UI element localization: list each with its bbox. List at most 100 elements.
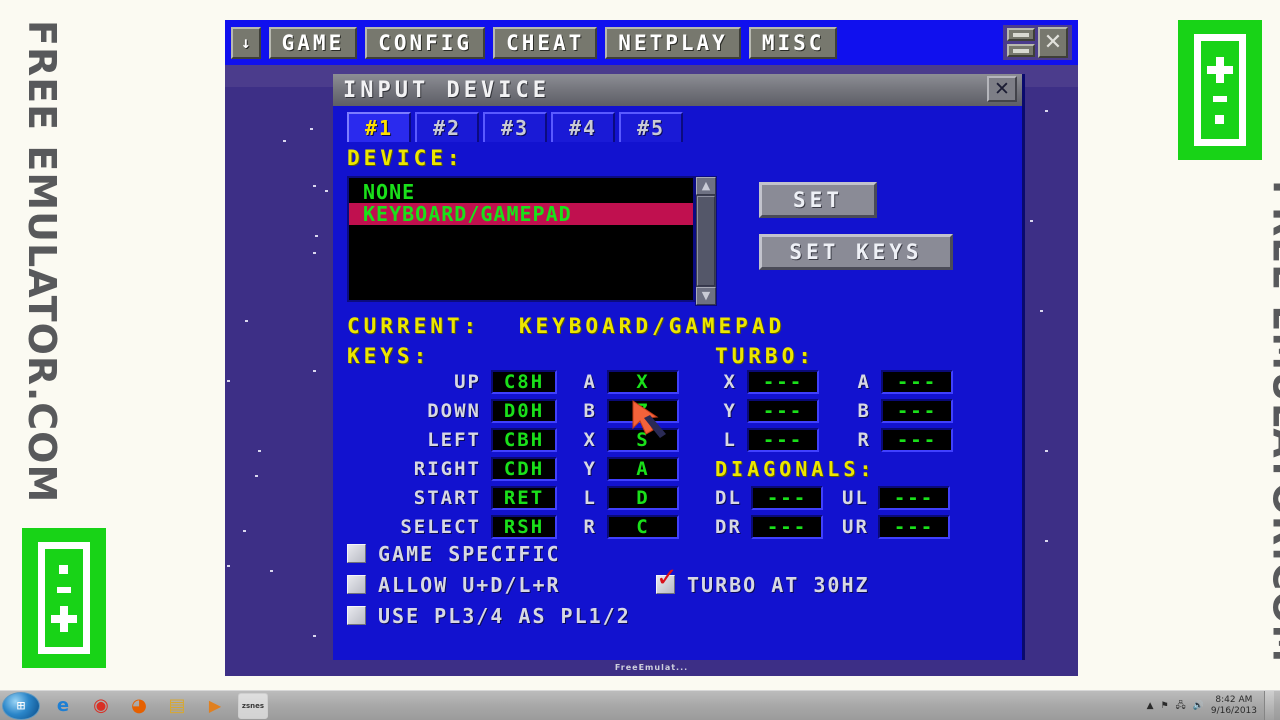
- checkbox-allow-ud-lr[interactable]: [347, 575, 366, 594]
- device-list-scrollbar[interactable]: ▲ ▼: [695, 176, 717, 306]
- close-icon[interactable]: ✕: [1038, 27, 1068, 58]
- tray-volume-icon[interactable]: 🔊: [1193, 701, 1204, 711]
- taskbar-media-player-icon[interactable]: ▶: [200, 693, 230, 719]
- menu-item-game[interactable]: GAME: [268, 26, 358, 59]
- checkbox-use-pl34[interactable]: [347, 606, 366, 625]
- tab-player-3[interactable]: #3: [483, 112, 547, 142]
- menu-item-cheat[interactable]: CHEAT: [493, 26, 598, 59]
- taskbar-google-chrome-icon[interactable]: ◉: [86, 693, 116, 719]
- left-banner-text: FREE EMULATOR.COM: [20, 20, 64, 504]
- key-row-a: A X: [575, 370, 679, 394]
- tab-player-2[interactable]: #2: [415, 112, 479, 142]
- player-tabs: #1 #2 #3 #4 #5: [333, 106, 1022, 142]
- tray-flag-icon[interactable]: ⚑: [1161, 701, 1169, 711]
- key-value-l[interactable]: D: [607, 486, 679, 510]
- taskbar-internet-explorer-icon[interactable]: e: [48, 693, 78, 719]
- turbo-label-b: B: [857, 400, 871, 422]
- turbo-row-b: B ---: [849, 399, 953, 423]
- turbo-row-a: A ---: [849, 370, 953, 394]
- tray-chevron-icon[interactable]: ▲: [1147, 701, 1154, 711]
- dialog-close-icon[interactable]: ✕: [987, 76, 1017, 102]
- menu-item-config[interactable]: CONFIG: [365, 26, 486, 59]
- right-ad-banner: FREE EMULATOR.COM: [1150, 0, 1280, 690]
- key-label-y: Y: [583, 458, 597, 480]
- diagonal-label-ul: UL: [842, 487, 869, 509]
- key-value-r[interactable]: C: [607, 515, 679, 539]
- scrollbar-thumb[interactable]: [697, 196, 715, 286]
- menu-item-misc[interactable]: MISC: [748, 26, 838, 59]
- turbo-value-b[interactable]: ---: [881, 399, 953, 423]
- system-tray: ▲ ⚑ 🖧 🔊 8:42 AM 9/16/2013: [1147, 690, 1280, 720]
- turbo-label-a: A: [857, 371, 871, 393]
- key-label-up: UP: [454, 371, 481, 393]
- show-desktop-button[interactable]: [1264, 690, 1274, 720]
- taskbar-zsnes-icon[interactable]: zsnes: [238, 692, 268, 719]
- diagonal-row-ul: UL ---: [842, 486, 950, 510]
- checkbox-row-allow-ud-lr[interactable]: ALLOW U+D/L+R TURBO AT 30HZ: [347, 563, 1008, 600]
- screen: FREE EMULATOR.COM FREE EMULATOR.COM ↓ GA…: [0, 0, 1280, 720]
- diagonal-value-ul[interactable]: ---: [878, 486, 950, 510]
- device-option-none[interactable]: NONE: [349, 180, 693, 204]
- turbo-row-l: L ---: [715, 428, 819, 452]
- key-row-left: LEFT CBH: [347, 428, 557, 452]
- turbo-value-x[interactable]: ---: [747, 370, 819, 394]
- key-value-right[interactable]: CDH: [491, 457, 557, 481]
- turbo-value-l[interactable]: ---: [747, 428, 819, 452]
- key-row-r: R C: [575, 515, 679, 539]
- input-device-dialog: INPUT DEVICE ✕ #1 #2 #3 #4 #5 DEVICE: NO…: [333, 74, 1025, 660]
- turbo-value-r[interactable]: ---: [881, 428, 953, 452]
- diagonal-label-dl: DL: [715, 487, 742, 509]
- left-ad-banner: FREE EMULATOR.COM: [0, 0, 180, 690]
- checkbox-turbo-30hz[interactable]: [656, 563, 678, 594]
- checkbox-row-use-pl34[interactable]: USE PL3/4 AS PL1/2: [347, 600, 1008, 631]
- turbo-label-l: L: [723, 429, 737, 451]
- diagonals-heading: DIAGONALS:: [715, 457, 876, 481]
- checkbox-game-specific[interactable]: [347, 544, 366, 563]
- gamepad-logo-icon: [22, 528, 106, 668]
- taskbar-windows-explorer-icon[interactable]: ▤: [162, 693, 192, 719]
- tab-player-1[interactable]: #1: [347, 112, 411, 142]
- menu-item-netplay[interactable]: NETPLAY: [605, 26, 741, 59]
- key-label-right: RIGHT: [413, 458, 481, 480]
- key-value-start[interactable]: RET: [491, 486, 557, 510]
- gamepad-logo-icon: [1178, 20, 1262, 160]
- key-value-a[interactable]: X: [607, 370, 679, 394]
- scroll-down-icon[interactable]: ▼: [696, 287, 716, 305]
- set-button[interactable]: SET: [759, 182, 877, 218]
- diagonal-value-dl[interactable]: ---: [751, 486, 823, 510]
- diagonal-value-dr[interactable]: ---: [751, 515, 823, 539]
- tray-date: 9/16/2013: [1210, 705, 1257, 716]
- key-value-up[interactable]: C8H: [491, 370, 557, 394]
- key-label-r: R: [583, 516, 597, 538]
- device-row: NONE KEYBOARD/GAMEPAD ▲ ▼ SET SET KEYS: [347, 176, 1008, 306]
- current-value: KEYBOARD/GAMEPAD: [518, 314, 786, 338]
- key-value-y[interactable]: A: [607, 457, 679, 481]
- taskbar-mozilla-firefox-icon[interactable]: ◕: [124, 693, 154, 719]
- maximize-icon[interactable]: [1007, 28, 1035, 41]
- dialog-body: DEVICE: NONE KEYBOARD/GAMEPAD ▲ ▼ SET SE…: [333, 142, 1022, 631]
- tray-network-icon[interactable]: 🖧: [1176, 698, 1186, 714]
- menu-dropdown-arrow-button[interactable]: ↓: [231, 26, 261, 59]
- key-row-up: UP C8H: [347, 370, 557, 394]
- device-list[interactable]: NONE KEYBOARD/GAMEPAD: [347, 176, 695, 302]
- emulator-window: ↓ GAME CONFIG CHEAT NETPLAY MISC ✕ INPUT…: [225, 20, 1078, 660]
- key-bindings-grid: UP C8H DOWN D0H LEFT CBH RIGHT CDH START…: [347, 368, 1008, 539]
- diagonal-value-ur[interactable]: ---: [878, 515, 950, 539]
- set-keys-button[interactable]: SET KEYS: [759, 234, 953, 270]
- key-row-y: Y A: [575, 457, 679, 481]
- tray-clock[interactable]: 8:42 AM 9/16/2013: [1211, 695, 1257, 717]
- key-value-down[interactable]: D0H: [491, 399, 557, 423]
- tab-player-5[interactable]: #5: [619, 112, 683, 142]
- turbo-heading: TURBO:: [715, 344, 815, 368]
- turbo-row-r: R ---: [849, 428, 953, 452]
- turbo-value-a[interactable]: ---: [881, 370, 953, 394]
- key-value-left[interactable]: CBH: [491, 428, 557, 452]
- scroll-up-icon[interactable]: ▲: [696, 177, 716, 195]
- tab-player-4[interactable]: #4: [551, 112, 615, 142]
- device-option-keyboard-gamepad[interactable]: KEYBOARD/GAMEPAD: [349, 202, 693, 226]
- start-button-icon[interactable]: ⊞: [2, 691, 40, 720]
- key-value-select[interactable]: RSH: [491, 515, 557, 539]
- turbo-value-y[interactable]: ---: [747, 399, 819, 423]
- options-checkboxes: GAME SPECIFIC ALLOW U+D/L+R TURBO AT 30H…: [347, 538, 1008, 631]
- minimize-icon[interactable]: [1007, 44, 1035, 57]
